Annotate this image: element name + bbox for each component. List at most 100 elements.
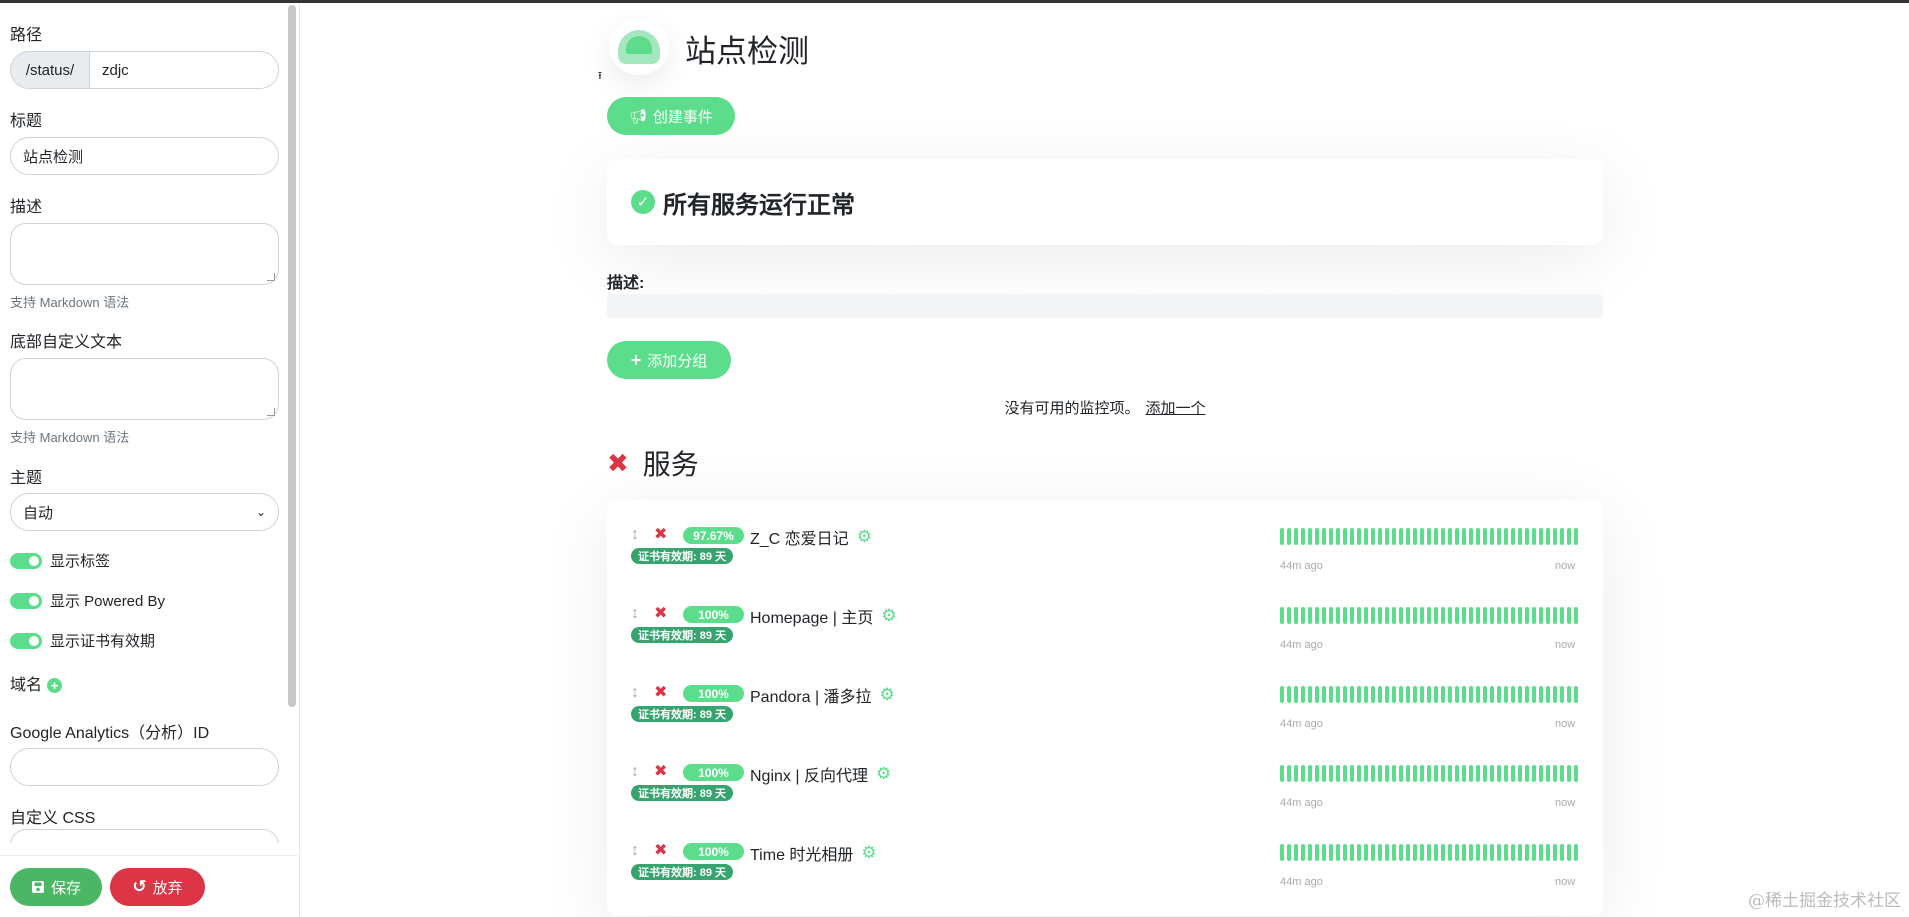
path-label: 路径 [10,27,43,44]
heartbeat-tick [1490,607,1494,624]
ga-id-input[interactable] [10,748,279,786]
description-editable[interactable] [607,294,1603,318]
remove-monitor-icon[interactable]: ✖ [654,840,667,860]
heartbeat-tick [1378,607,1382,624]
heartbeat-bar [1280,686,1578,704]
monitor-name-text: Homepage | 主页 [750,610,874,627]
resize-grip-icon[interactable] [267,408,275,416]
heartbeat-tick [1469,607,1473,624]
discard-button[interactable]: ↺ 放弃 [110,868,205,906]
heartbeat-tick [1462,528,1466,545]
heartbeat-tick [1413,528,1417,545]
drag-handle-icon[interactable]: ↕ [631,526,639,544]
heartbeat-tick [1427,765,1431,782]
heartbeat-tick [1420,765,1424,782]
heartbeat-tick [1294,765,1298,782]
heartbeat-tick [1406,765,1410,782]
footer-text-textarea[interactable] [10,358,279,420]
heartbeat-tick [1546,686,1550,703]
heartbeat-tick [1448,844,1452,861]
add-domain-icon[interactable]: + [47,678,63,694]
heartbeat-tick [1322,686,1326,703]
heartbeat-tick [1518,765,1522,782]
heartbeat-tick [1280,844,1284,861]
heartbeat-tick [1567,686,1571,703]
toggle-show-cert-expiry[interactable]: 显示证书有效期 [10,630,155,651]
remove-monitor-icon[interactable]: ✖ [654,524,667,544]
cert-expiry-badge: 证书有效期: 89 天 [631,627,734,643]
remove-monitor-icon[interactable]: ✖ [654,682,667,702]
watermark: @稀土掘金技术社区 [1748,891,1901,911]
remove-monitor-icon[interactable]: ✖ [654,603,667,623]
heartbeat-tick [1483,686,1487,703]
heartbeat-tick [1392,607,1396,624]
page-title[interactable]: 站点检测 [685,26,809,71]
heartbeat-tick [1399,765,1403,782]
toggle-show-powered-by[interactable]: 显示 Powered By [10,590,165,611]
heartbeat-tick [1343,844,1347,861]
gear-icon[interactable]: ⚙ [876,764,891,784]
timeline-end: now [1555,876,1576,888]
save-label: 保存 [50,879,81,897]
heartbeat-tick [1532,528,1536,545]
heartbeat-tick [1476,607,1480,624]
heartbeat-tick [1469,686,1473,703]
gear-icon[interactable]: ⚙ [861,843,876,863]
custom-css-label: 自定义 CSS [10,810,96,827]
heartbeat-tick [1525,686,1529,703]
heartbeat-tick [1455,844,1459,861]
theme-select[interactable]: 自动 ⌄ [10,493,279,531]
heartbeat-tick [1476,765,1480,782]
heartbeat-tick [1532,765,1536,782]
resize-grip-icon[interactable] [267,273,275,281]
gear-icon[interactable]: ⚙ [880,685,895,705]
sidebar-scrollbar[interactable] [288,5,296,707]
settings-form: 路径 /status/ zdjc 标题 站点检测 描述 支持 Markdown … [10,3,280,843]
heartbeat-tick [1329,686,1333,703]
switch-icon[interactable] [10,592,42,609]
save-button[interactable]: 保存 [10,868,102,906]
heartbeat-tick [1420,607,1424,624]
add-group-button[interactable]: + 添加分组 [607,341,731,379]
drag-handle-icon[interactable]: ↕ [631,605,639,623]
save-icon [31,881,44,893]
drag-handle-icon[interactable]: ↕ [631,763,639,781]
switch-icon[interactable] [10,552,42,569]
heartbeat-tick [1553,607,1557,624]
custom-css-editor[interactable]: 1 body { [10,829,279,843]
switch-icon[interactable] [10,632,42,649]
path-slug-input[interactable]: zdjc [89,51,279,89]
logo-upload[interactable]: ⭱ [598,19,669,82]
toggle-label: 显示证书有效期 [50,633,156,650]
heartbeat-tick [1567,607,1571,624]
remove-group-icon[interactable]: ✖ [607,448,629,479]
heartbeat-tick [1483,528,1487,545]
heartbeat-tick [1392,844,1396,861]
timeline-start: 44m ago [1280,639,1323,651]
drag-handle-icon[interactable]: ↕ [631,684,639,702]
gear-icon[interactable]: ⚙ [881,606,896,626]
heartbeat-tick [1371,607,1375,624]
toggle-label: 显示 Powered By [50,593,166,610]
timeline-start: 44m ago [1280,560,1323,572]
upload-icon[interactable]: ⭱ [598,67,602,86]
undo-icon: ↺ [132,877,147,896]
heartbeat-tick [1420,844,1424,861]
title-input[interactable]: 站点检测 [10,137,279,175]
heartbeat-tick [1322,844,1326,861]
toggle-show-tags[interactable]: 显示标签 [10,550,110,571]
remove-monitor-icon[interactable]: ✖ [654,761,667,781]
drag-handle-icon[interactable]: ↕ [631,842,639,860]
gear-icon[interactable]: ⚙ [857,527,872,547]
description-textarea[interactable] [10,223,279,285]
create-incident-button[interactable]: 📢︎ 创建事件 [607,97,735,135]
cert-expiry-badge: 证书有效期: 89 天 [631,706,734,722]
add-monitor-link[interactable]: 添加一个 [1146,400,1206,417]
heartbeat-tick [1483,844,1487,861]
group-title[interactable]: 服务 [643,443,699,483]
heartbeat-tick [1301,528,1305,545]
domain-label: 域名 + [10,671,63,695]
heartbeat-tick [1420,686,1424,703]
heartbeat-tick [1343,528,1347,545]
heartbeat-tick [1392,528,1396,545]
